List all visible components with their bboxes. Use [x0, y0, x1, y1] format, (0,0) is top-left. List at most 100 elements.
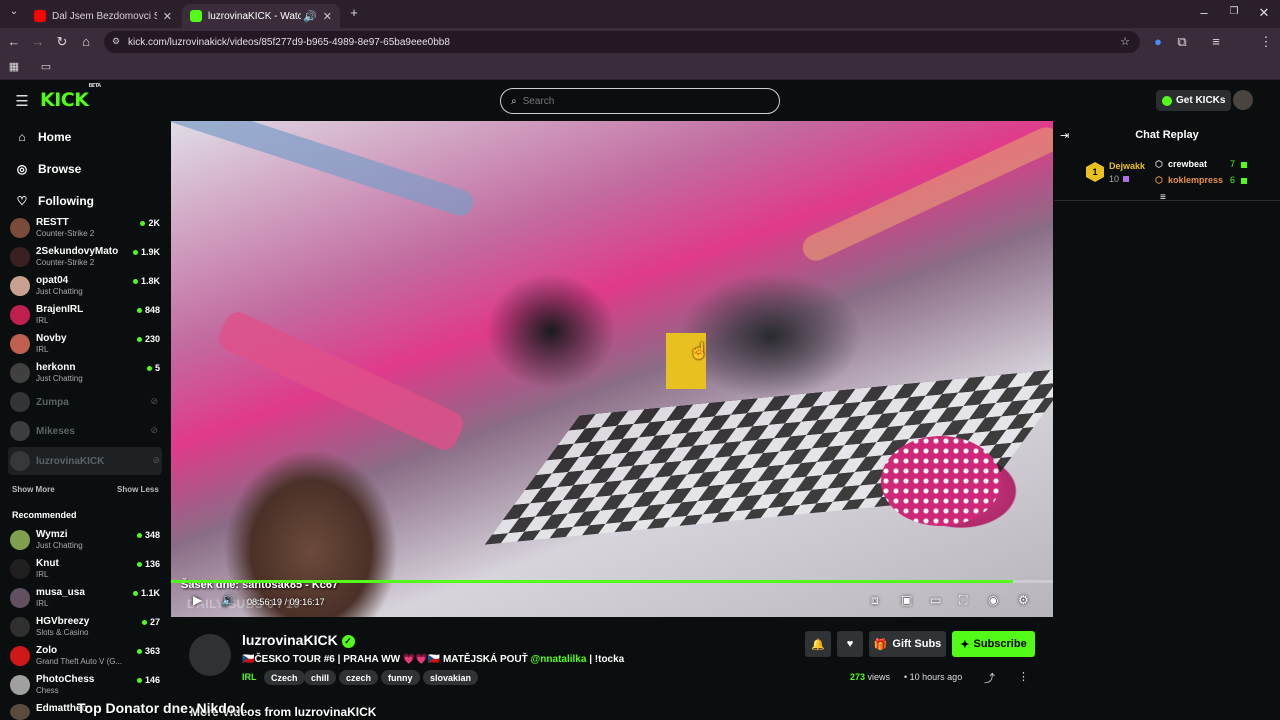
- miniplayer-icon[interactable]: ▣: [901, 593, 912, 607]
- close-tab-icon[interactable]: ✕: [163, 10, 172, 23]
- following-channel[interactable]: 2SekundovyMato Counter-Strike 2 1.9K: [10, 243, 160, 271]
- media-control-icon[interactable]: ≡: [1208, 34, 1224, 49]
- following-channel[interactable]: RESTT Counter-Strike 2 2K: [10, 214, 160, 242]
- video-progress-bar[interactable]: [171, 580, 1053, 583]
- top-gifter-name[interactable]: Dejwakk: [1109, 161, 1145, 171]
- channel-avatar: [10, 305, 30, 325]
- tag-chip[interactable]: czech: [339, 670, 379, 685]
- hex-badge-icon: ⬡: [1155, 175, 1163, 185]
- gift-icon: [1241, 162, 1247, 168]
- folder-icon[interactable]: ▭: [38, 60, 54, 73]
- following-channel[interactable]: Novby IRL 230: [10, 330, 160, 358]
- forward-icon[interactable]: →: [30, 34, 46, 49]
- more-options-icon[interactable]: ⋮: [1018, 670, 1029, 683]
- theater-mode-icon[interactable]: ▭: [930, 593, 941, 607]
- following-channel[interactable]: opat04 Just Chatting 1.8K: [10, 272, 160, 300]
- nav-browse[interactable]: ◎ Browse: [14, 162, 82, 176]
- browser-tab-youtube[interactable]: Dal Jsem Bezdomovci Svou Kar ✕: [26, 4, 180, 28]
- tag-chip[interactable]: chill: [304, 670, 337, 685]
- reload-icon[interactable]: ↻: [54, 34, 70, 50]
- extension-icon[interactable]: ●: [1150, 34, 1166, 49]
- share-icon[interactable]: ⤴: [984, 670, 995, 686]
- recommended-channel[interactable]: HGVbreezy Slots & Casino 27: [10, 613, 160, 641]
- channel-game: IRL: [36, 345, 49, 354]
- hamburger-menu-icon[interactable]: ☰: [14, 92, 30, 110]
- video-player[interactable]: ☝ Šašek dne: santosak85 - Kč67 DAILY SUB…: [171, 121, 1053, 617]
- following-channel-offline[interactable]: Zumpa ⊘: [10, 388, 160, 416]
- gifter-name[interactable]: koklempress: [1168, 175, 1223, 185]
- tag-chip[interactable]: slovakian: [423, 670, 479, 685]
- logo-beta: BETA: [88, 82, 101, 89]
- tag-chip[interactable]: funny: [381, 670, 420, 685]
- time-current: 08:56:19: [247, 597, 283, 607]
- recommended-channel[interactable]: Wymzi Just Chatting 348: [10, 526, 160, 554]
- user-avatar[interactable]: [1233, 90, 1253, 110]
- fullscreen-icon[interactable]: ⛶: [959, 593, 967, 608]
- home-icon[interactable]: ⌂: [78, 34, 94, 49]
- pip-icon[interactable]: ⧈: [871, 593, 879, 608]
- viewer-count-value: 363: [144, 646, 160, 656]
- tab-search-chevron-icon[interactable]: ⌄: [6, 6, 22, 17]
- show-more-link[interactable]: Show More: [12, 485, 55, 494]
- playback-speed-icon[interactable]: ◉: [988, 593, 998, 607]
- play-icon[interactable]: ▶: [193, 593, 202, 607]
- address-bar[interactable]: ⚙ kick.com/luzrovinakick/videos/85f277d9…: [104, 31, 1140, 53]
- bookmark-star-icon[interactable]: ☆: [1120, 35, 1130, 48]
- following-channel[interactable]: BrajenIRL IRL 848: [10, 301, 160, 329]
- close-tab-icon[interactable]: ✕: [323, 10, 332, 23]
- search-box[interactable]: ⌕: [500, 88, 780, 114]
- extensions-puzzle-icon[interactable]: ⧉: [1174, 34, 1190, 50]
- gifter-name[interactable]: crewbeat: [1168, 159, 1207, 169]
- get-kicks-button[interactable]: Get KICKs: [1156, 90, 1232, 111]
- settings-gear-icon[interactable]: ⚙: [1018, 593, 1029, 607]
- expand-leaderboard-icon[interactable]: ≡: [1160, 192, 1166, 203]
- live-dot-icon: [136, 649, 142, 655]
- channel-game: IRL: [36, 599, 49, 608]
- following-channel-selected[interactable]: luzrovinaKICK ⊘: [8, 447, 162, 475]
- notification-bell-button[interactable]: 🔔: [805, 631, 831, 657]
- recommended-channel[interactable]: Zolo Grand Theft Auto V (G... 363: [10, 642, 160, 670]
- gift-subs-button[interactable]: 🎁 Gift Subs: [869, 631, 946, 657]
- tag-chip[interactable]: Czech: [264, 670, 305, 685]
- recommended-channel[interactable]: PhotoChess Chess 146: [10, 671, 160, 699]
- stream-title-mention[interactable]: @nnatalilka: [531, 654, 587, 665]
- menu-dots-icon[interactable]: ⋮: [1258, 34, 1274, 50]
- youtube-icon: [34, 10, 46, 22]
- view-count-label: views: [865, 672, 891, 682]
- subscribe-button[interactable]: ✦ Subscribe: [952, 631, 1035, 657]
- channel-name: Wymzi: [36, 529, 68, 540]
- channel-game: Just Chatting: [36, 374, 83, 383]
- show-less-link[interactable]: Show Less: [117, 485, 159, 494]
- channel-avatar: [10, 363, 30, 383]
- following-channel-offline[interactable]: Mikeses ⊘: [10, 417, 160, 445]
- viewer-count-value: 27: [149, 617, 160, 627]
- recommended-channel[interactable]: musa_usa IRL 1.1K: [10, 584, 160, 612]
- kick-logo[interactable]: KICKBETA: [40, 83, 101, 111]
- streamer-avatar[interactable]: [189, 634, 231, 676]
- browser-tab-kick[interactable]: luzrovinaKICK - Watch the V 🔊 ✕: [182, 4, 340, 28]
- apps-grid-icon[interactable]: ▦: [6, 60, 22, 73]
- speaker-icon[interactable]: 🔊: [303, 10, 317, 23]
- gifter-count: 7: [1230, 159, 1236, 169]
- category-link[interactable]: IRL: [242, 672, 257, 682]
- viewer-count: 146: [136, 675, 160, 685]
- recommended-channel[interactable]: Knut IRL 136: [10, 555, 160, 583]
- maximize-icon[interactable]: ❐: [1226, 6, 1242, 17]
- minimize-icon[interactable]: –: [1196, 5, 1212, 20]
- nav-following[interactable]: ♡ Following: [14, 194, 94, 208]
- follow-heart-button[interactable]: ♥: [837, 631, 863, 657]
- site-info-icon[interactable]: ⚙: [112, 36, 120, 47]
- viewer-count-value: 146: [144, 675, 160, 685]
- close-window-icon[interactable]: ✕: [1256, 5, 1272, 21]
- following-channel[interactable]: herkonn Just Chatting 5: [10, 359, 160, 387]
- new-tab-icon[interactable]: +: [346, 5, 362, 20]
- nav-home[interactable]: ⌂ Home: [14, 130, 71, 144]
- channel-name: BrajenIRL: [36, 304, 84, 315]
- back-icon[interactable]: ←: [6, 34, 22, 49]
- channel-avatar: [10, 392, 30, 412]
- streamer-name[interactable]: luzrovinaKICK: [242, 632, 338, 648]
- channel-avatar: [10, 559, 30, 579]
- search-input[interactable]: [522, 95, 763, 107]
- volume-icon[interactable]: 🔊: [221, 593, 236, 607]
- overlay-top-donator: Top Donator dne: Nikdo:(: [77, 700, 245, 716]
